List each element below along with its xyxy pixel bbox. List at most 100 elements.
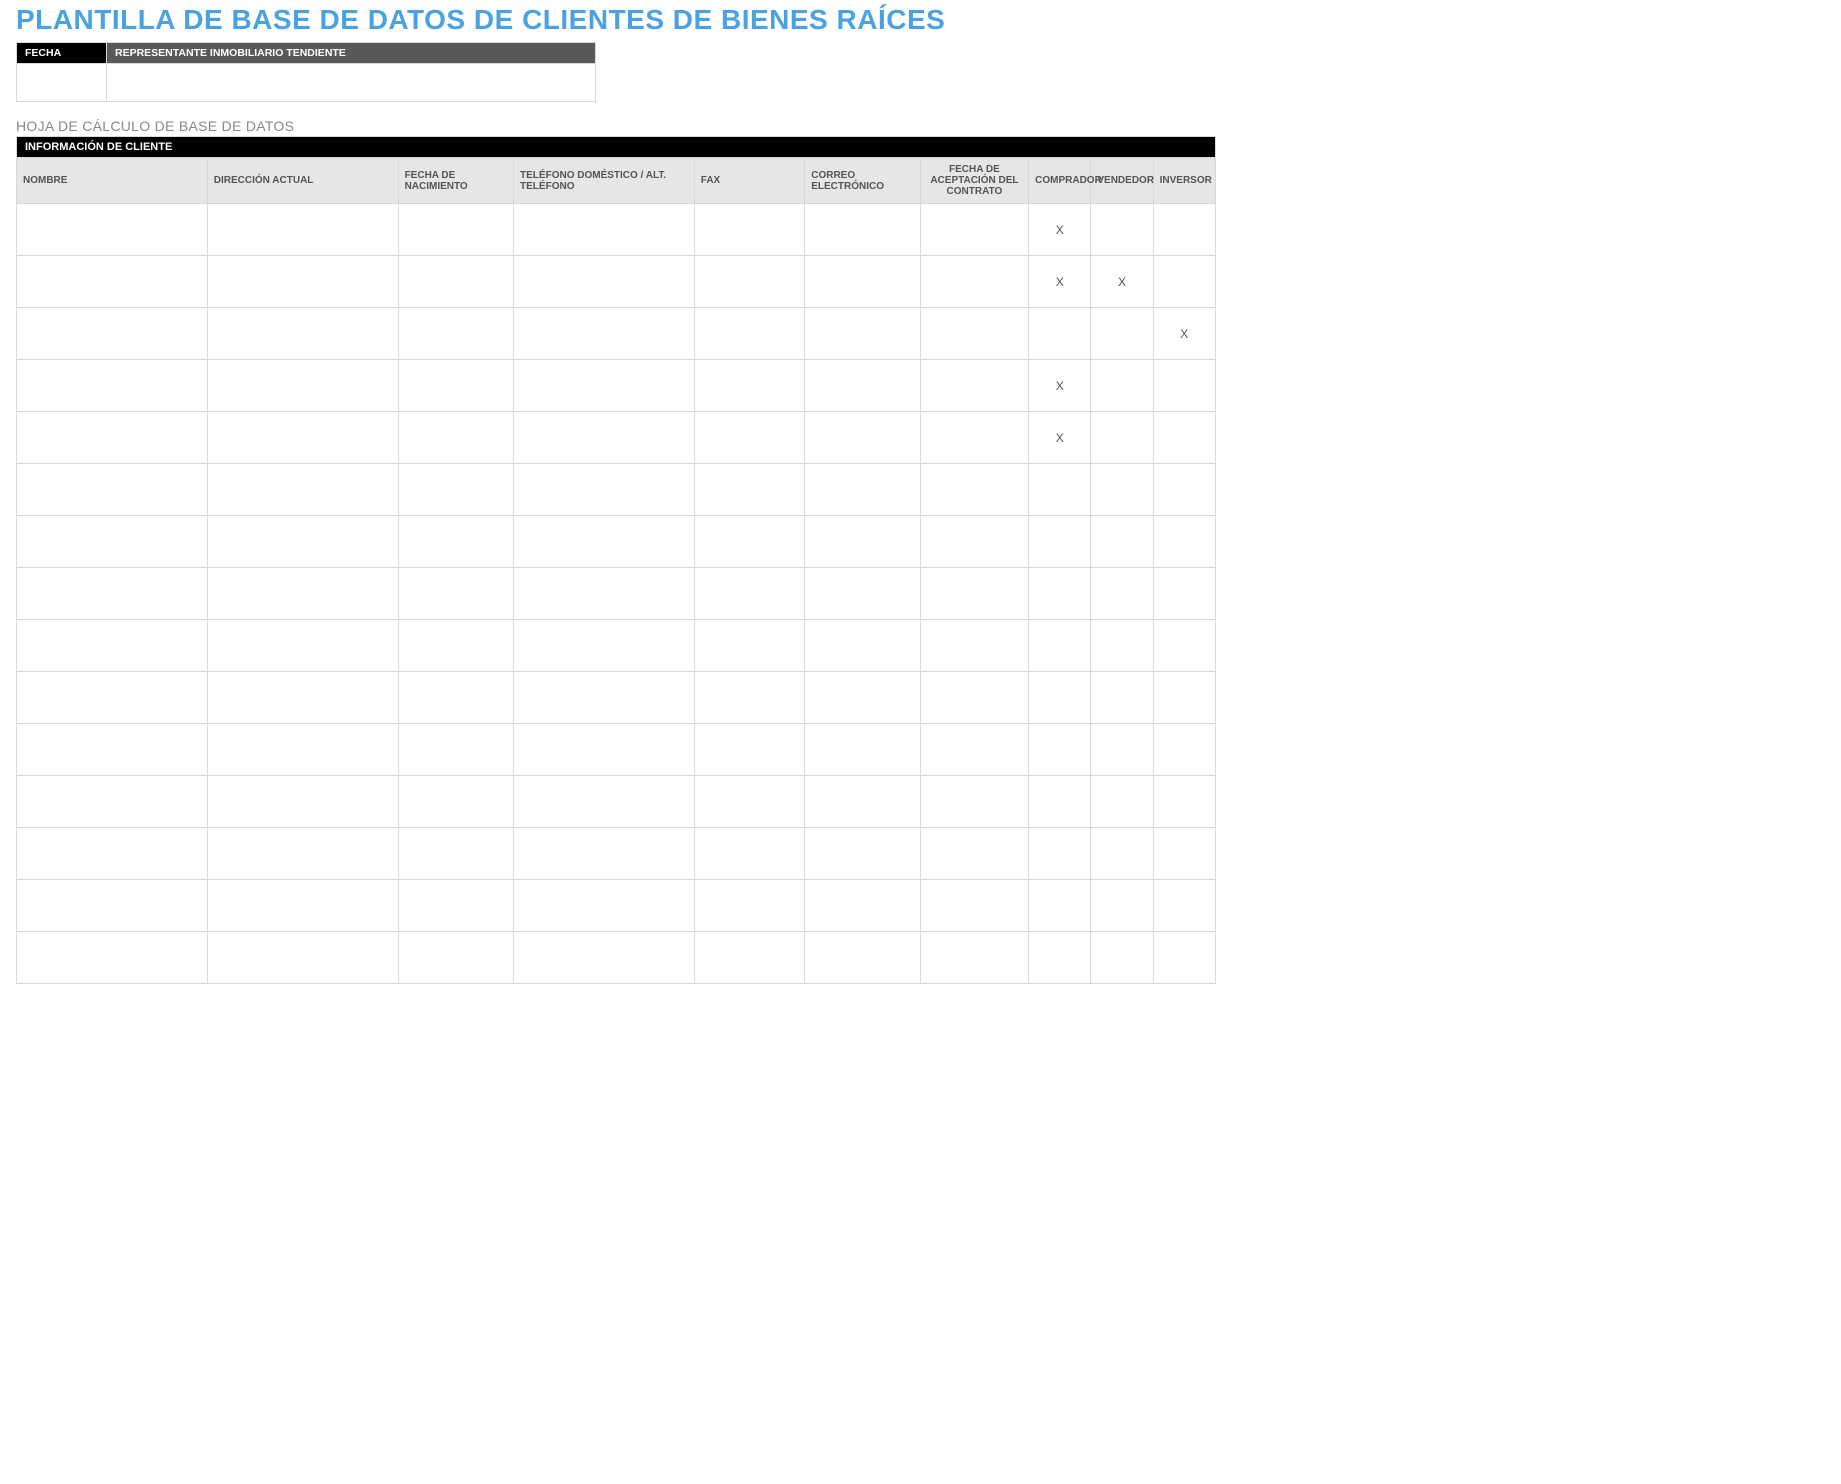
cell-fax[interactable] [694,204,804,256]
cell-comprador[interactable] [1029,828,1091,880]
cell-nacimiento[interactable] [398,776,513,828]
cell-contrato[interactable] [920,256,1028,308]
cell-inversor[interactable] [1153,880,1215,932]
cell-nombre[interactable] [17,464,208,516]
cell-telefono[interactable] [514,620,695,672]
cell-contrato[interactable] [920,724,1028,776]
cell-email[interactable] [805,776,920,828]
cell-vendedor[interactable]: X [1091,256,1153,308]
cell-inversor[interactable] [1153,724,1215,776]
cell-contrato[interactable] [920,776,1028,828]
cell-inversor[interactable] [1153,516,1215,568]
cell-email[interactable] [805,568,920,620]
cell-email[interactable] [805,360,920,412]
cell-telefono[interactable] [514,360,695,412]
cell-nombre[interactable] [17,828,208,880]
cell-email[interactable] [805,464,920,516]
cell-vendedor[interactable] [1091,672,1153,724]
cell-nacimiento[interactable] [398,516,513,568]
cell-email[interactable] [805,204,920,256]
cell-email[interactable] [805,308,920,360]
cell-comprador[interactable] [1029,672,1091,724]
cell-telefono[interactable] [514,880,695,932]
cell-inversor[interactable] [1153,204,1215,256]
cell-telefono[interactable] [514,412,695,464]
cell-vendedor[interactable] [1091,204,1153,256]
cell-vendedor[interactable] [1091,620,1153,672]
cell-direccion[interactable] [207,464,398,516]
cell-contrato[interactable] [920,932,1028,984]
cell-inversor[interactable] [1153,360,1215,412]
cell-fax[interactable] [694,360,804,412]
cell-direccion[interactable] [207,568,398,620]
cell-nombre[interactable] [17,360,208,412]
cell-comprador[interactable]: X [1029,412,1091,464]
cell-nombre[interactable] [17,776,208,828]
cell-direccion[interactable] [207,672,398,724]
cell-email[interactable] [805,412,920,464]
cell-comprador[interactable]: X [1029,256,1091,308]
cell-email[interactable] [805,672,920,724]
cell-comprador[interactable] [1029,308,1091,360]
cell-vendedor[interactable] [1091,464,1153,516]
cell-comprador[interactable] [1029,776,1091,828]
cell-vendedor[interactable] [1091,516,1153,568]
cell-telefono[interactable] [514,776,695,828]
cell-email[interactable] [805,724,920,776]
cell-contrato[interactable] [920,568,1028,620]
cell-vendedor[interactable] [1091,828,1153,880]
cell-nacimiento[interactable] [398,724,513,776]
cell-vendedor[interactable] [1091,776,1153,828]
cell-vendedor[interactable] [1091,724,1153,776]
cell-direccion[interactable] [207,360,398,412]
cell-inversor[interactable] [1153,672,1215,724]
cell-fax[interactable] [694,308,804,360]
cell-telefono[interactable] [514,308,695,360]
cell-inversor[interactable] [1153,256,1215,308]
cell-nacimiento[interactable] [398,672,513,724]
cell-nacimiento[interactable] [398,828,513,880]
cell-inversor[interactable] [1153,932,1215,984]
cell-comprador[interactable] [1029,880,1091,932]
cell-nombre[interactable] [17,672,208,724]
cell-email[interactable] [805,828,920,880]
cell-contrato[interactable] [920,204,1028,256]
cell-fax[interactable] [694,620,804,672]
cell-direccion[interactable] [207,256,398,308]
cell-nacimiento[interactable] [398,620,513,672]
cell-email[interactable] [805,516,920,568]
cell-direccion[interactable] [207,880,398,932]
cell-nombre[interactable] [17,308,208,360]
cell-fax[interactable] [694,412,804,464]
cell-nacimiento[interactable] [398,932,513,984]
cell-email[interactable] [805,256,920,308]
cell-contrato[interactable] [920,880,1028,932]
cell-direccion[interactable] [207,516,398,568]
cell-nacimiento[interactable] [398,360,513,412]
cell-contrato[interactable] [920,828,1028,880]
cell-nombre[interactable] [17,568,208,620]
cell-direccion[interactable] [207,620,398,672]
cell-nacimiento[interactable] [398,256,513,308]
cell-fax[interactable] [694,672,804,724]
cell-fax[interactable] [694,724,804,776]
cell-comprador[interactable] [1029,620,1091,672]
cell-fax[interactable] [694,932,804,984]
cell-nombre[interactable] [17,724,208,776]
cell-contrato[interactable] [920,308,1028,360]
cell-inversor[interactable]: X [1153,308,1215,360]
cell-vendedor[interactable] [1091,360,1153,412]
cell-fax[interactable] [694,516,804,568]
cell-nombre[interactable] [17,880,208,932]
cell-fax[interactable] [694,880,804,932]
cell-telefono[interactable] [514,932,695,984]
cell-vendedor[interactable] [1091,880,1153,932]
cell-direccion[interactable] [207,204,398,256]
cell-inversor[interactable] [1153,568,1215,620]
cell-telefono[interactable] [514,672,695,724]
cell-contrato[interactable] [920,516,1028,568]
cell-telefono[interactable] [514,204,695,256]
meta-cell-fecha[interactable] [17,64,107,102]
meta-cell-rep[interactable] [107,64,596,102]
cell-direccion[interactable] [207,412,398,464]
